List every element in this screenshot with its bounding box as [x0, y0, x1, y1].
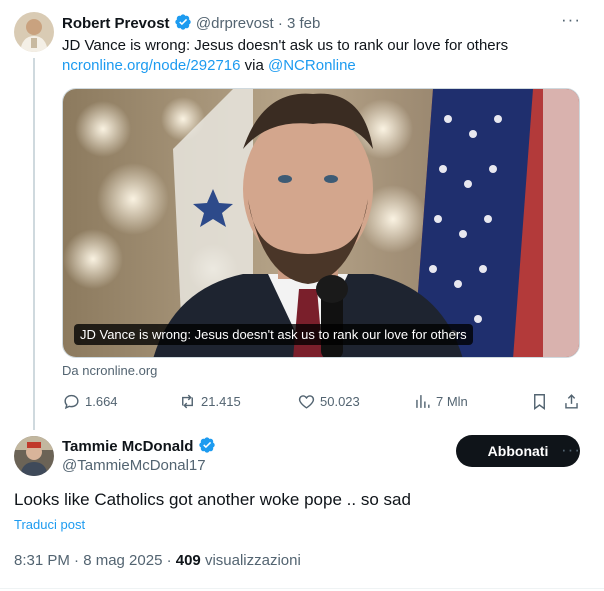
views-label: visualizzazioni: [200, 552, 301, 569]
reply-meta: 8:31 PM · 8 mag 2025 · 409 visualizzazio…: [14, 552, 301, 569]
bookmark-icon: [534, 394, 545, 411]
reply-timestamp[interactable]: 8:31 PM · 8 mag 2025 ·: [14, 552, 176, 569]
reply-author-block: Tammie McDonald: [62, 436, 216, 456]
header-separator: ·: [277, 15, 283, 32]
tweet-text: JD Vance is wrong: Jesus doesn't ask us …: [62, 36, 582, 76]
bookmark-button[interactable]: [530, 392, 553, 411]
bottom-divider: [0, 588, 604, 589]
reply-count: 1.664: [85, 394, 118, 409]
like-button[interactable]: 50.023: [297, 392, 360, 411]
share-icon: [565, 394, 578, 409]
tweet-header: Robert Prevost @drprevost · 3 feb: [62, 13, 320, 32]
thread-connector-line: [33, 58, 35, 430]
via-text: via: [240, 57, 268, 74]
translate-post-link[interactable]: Traduci post: [14, 517, 85, 532]
tweet-date[interactable]: 3 feb: [287, 15, 320, 32]
card-source[interactable]: Da ncronline.org: [62, 363, 157, 378]
article-link[interactable]: ncronline.org/node/292716: [62, 57, 240, 74]
verified-badge-icon: [174, 13, 192, 31]
card-caption: JD Vance is wrong: Jesus doesn't ask us …: [74, 324, 473, 345]
reply-button[interactable]: 1.664: [62, 392, 118, 411]
tweet-body-text: JD Vance is wrong: Jesus doesn't ask us …: [62, 37, 509, 54]
views-chart-icon: [416, 395, 430, 408]
mention-link[interactable]: @NCRonline: [268, 57, 356, 74]
views-button[interactable]: 7 Mln: [413, 392, 468, 411]
repost-icon: [182, 394, 193, 409]
heart-icon: [298, 395, 315, 409]
author-name[interactable]: Robert Prevost: [62, 15, 170, 32]
author-handle[interactable]: @drprevost: [196, 15, 274, 32]
more-options-icon[interactable]: ···: [561, 440, 581, 460]
more-options-icon[interactable]: ···: [561, 10, 581, 30]
avatar-tammie-mcdonald[interactable]: [14, 436, 54, 476]
reply-icon: [64, 394, 79, 410]
reply-author-name[interactable]: Tammie McDonald: [62, 438, 193, 455]
views-count: 7 Mln: [436, 394, 468, 409]
link-card-image[interactable]: JD Vance is wrong: Jesus doesn't ask us …: [62, 88, 580, 358]
repost-button[interactable]: 21.415: [178, 392, 241, 411]
share-button[interactable]: [562, 392, 585, 411]
card-photo: [63, 89, 579, 357]
repost-count: 21.415: [201, 394, 241, 409]
view-count: 409: [175, 552, 201, 569]
reply-author-handle[interactable]: @TammieMcDonal17: [62, 457, 206, 474]
reply-text: Looks like Catholics got another woke po…: [14, 490, 411, 509]
verified-badge-icon: [198, 436, 216, 454]
avatar-robert-prevost[interactable]: [14, 12, 54, 52]
like-count: 50.023: [320, 394, 360, 409]
